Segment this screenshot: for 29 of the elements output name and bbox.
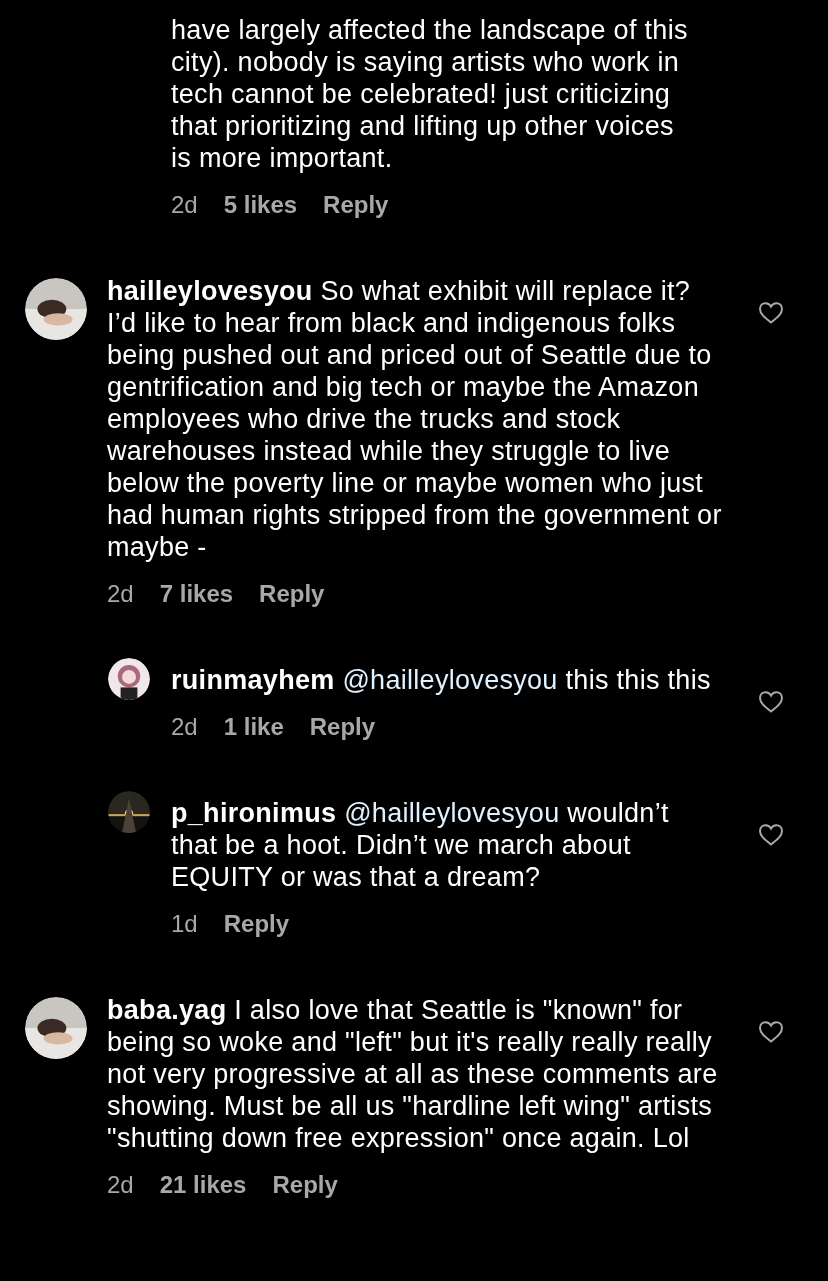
- timestamp: 1d: [171, 909, 198, 939]
- reply-button[interactable]: Reply: [272, 1169, 338, 1201]
- mention-link[interactable]: @hailleylovesyou: [344, 798, 560, 828]
- timestamp: 2d: [171, 190, 198, 220]
- username-link[interactable]: hailleylovesyou: [107, 276, 313, 306]
- reply-button[interactable]: Reply: [309, 711, 376, 743]
- reply-button[interactable]: Reply: [323, 189, 389, 221]
- timestamp: 2d: [107, 1170, 134, 1200]
- mention-link[interactable]: @hailleylovesyou: [342, 665, 558, 695]
- heart-icon[interactable]: [758, 690, 784, 714]
- reply-button[interactable]: Reply: [223, 908, 290, 940]
- username-link[interactable]: ruinmayhem: [171, 665, 335, 695]
- comment-text: baba.yag I also love that Seattle is "known" for being so woke and "left" but it's really really really not very progressive at all as these comments are showing. Must be all us "hardline left wing" artists "shutting down free expression" once again. Lol: [107, 994, 719, 1154]
- comment-text: ruinmayhem @hailleylovesyou this this this: [171, 664, 712, 696]
- heart-icon[interactable]: [758, 823, 784, 847]
- timestamp: 2d: [171, 712, 198, 742]
- reply-button[interactable]: Reply: [259, 578, 325, 610]
- username-link[interactable]: baba.yag: [107, 995, 227, 1025]
- comment-text: have largely affected the landscape of this city). nobody is saying artists who work in tech cannot be celebrated! just criticizing that prioritizing and lifting up other voices is more important.: [171, 14, 689, 174]
- likes-count[interactable]: 7 likes: [159, 578, 234, 610]
- comment-text: hailleylovesyou So what exhibit will replace it? I’d like to hear from black and indigenous folks being pushed out and priced out of Seattle due to gentrification and big tech or maybe the Amazon employees who drive the trucks and stock warehouses instead while they struggle to live below the poverty line or maybe women who just had human rights stripped from the government or maybe -: [107, 275, 723, 563]
- timestamp: 2d: [107, 579, 134, 609]
- likes-count[interactable]: 5 likes: [223, 189, 298, 221]
- heart-icon[interactable]: [758, 301, 784, 325]
- username-link[interactable]: p_hironimus: [171, 798, 337, 828]
- likes-count[interactable]: 1 like: [223, 711, 284, 743]
- heart-icon[interactable]: [758, 1020, 784, 1044]
- comment-text: p_hironimus @hailleylovesyou wouldn’t that be a hoot. Didn’t we march about EQUITY or was that a dream?: [171, 797, 670, 893]
- likes-count[interactable]: 21 likes: [159, 1169, 247, 1201]
